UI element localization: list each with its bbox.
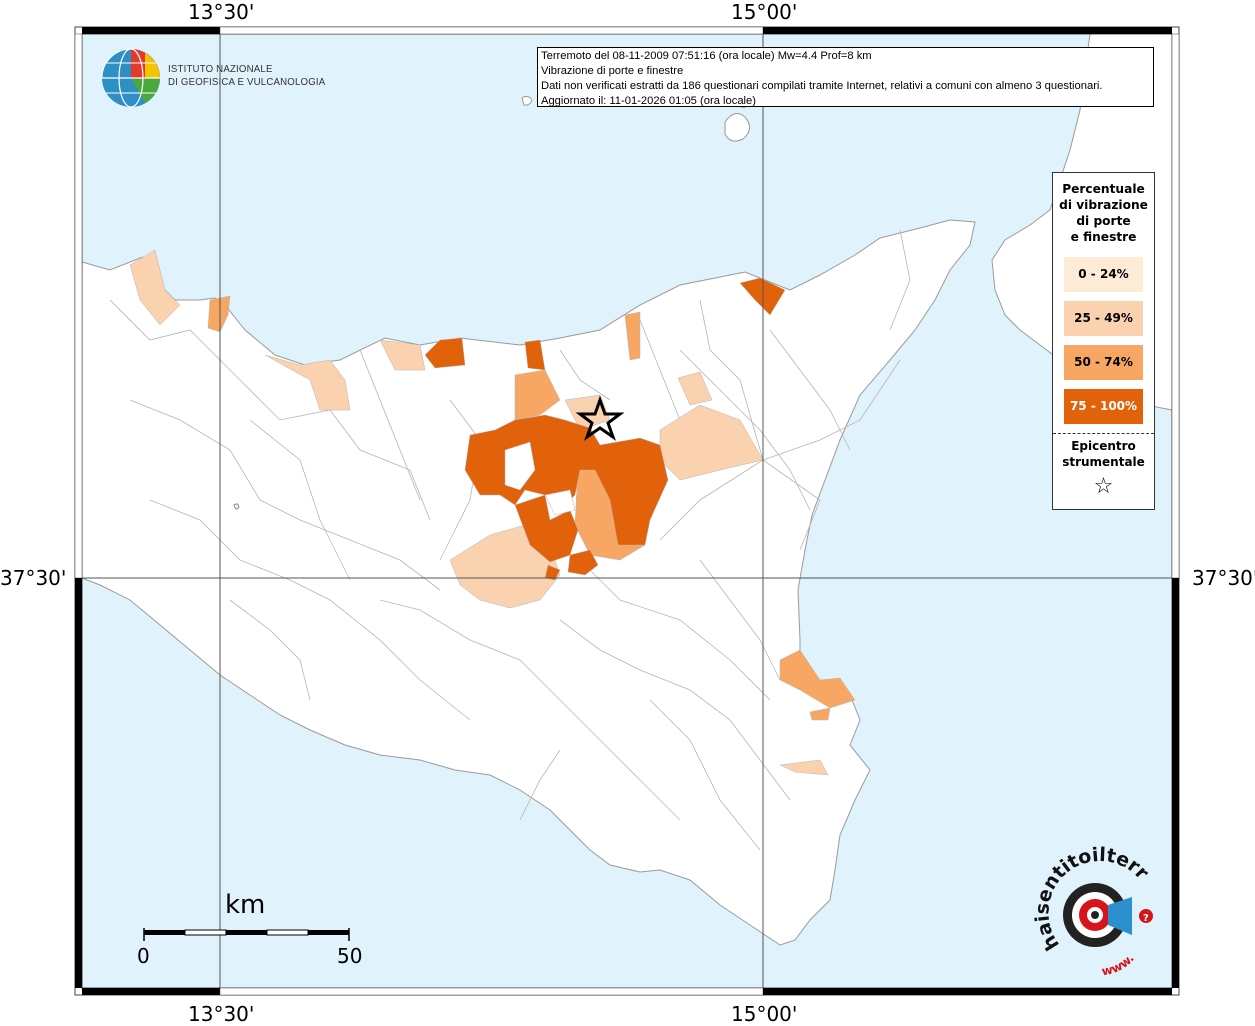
legend-separator bbox=[1053, 433, 1154, 434]
legend-title-line4: e finestre bbox=[1070, 230, 1137, 244]
event-title: Terremoto del 08-11-2009 07:51:16 (ora l… bbox=[541, 50, 872, 62]
legend-swatch-25-49: 25 - 49% bbox=[1064, 301, 1143, 336]
scale-end: 50 bbox=[337, 944, 363, 968]
map: ? bbox=[74, 26, 1180, 996]
legend-title-line1: Percentuale bbox=[1062, 182, 1145, 196]
coord-top-left: 13°30' bbox=[188, 0, 255, 24]
legend-title-line3: di porte bbox=[1076, 214, 1131, 228]
event-parameter: Vibrazione di porte e finestre bbox=[541, 65, 684, 77]
coord-bottom-left: 13°30' bbox=[188, 1002, 255, 1026]
ingv-line2: DI GEOFISICA E VULCANOLOGIA bbox=[168, 76, 326, 88]
legend-swatch-50-74: 50 - 74% bbox=[1064, 345, 1143, 380]
ingv-logo-icon bbox=[101, 48, 160, 108]
legend-swatch-75-100: 75 - 100% bbox=[1064, 389, 1143, 424]
legend-title-line2: di vibrazione bbox=[1059, 198, 1148, 212]
svg-text:?: ? bbox=[1143, 913, 1149, 924]
scale-start: 0 bbox=[137, 944, 150, 968]
coord-right: 37°30' bbox=[1192, 566, 1255, 590]
island-aeolian bbox=[724, 112, 750, 142]
coord-left: 37°30' bbox=[0, 566, 67, 590]
event-updated: Aggiornato il: 11-01-2026 01:05 (ora loc… bbox=[541, 95, 756, 107]
legend-epicenter-label: Epicentro strumentale bbox=[1053, 438, 1154, 470]
legend-title: Percentuale di vibrazione di porte e fin… bbox=[1053, 181, 1154, 245]
event-info-box: Terremoto del 08-11-2009 07:51:16 (ora l… bbox=[537, 47, 1154, 107]
legend-epicenter-line1: Epicentro bbox=[1071, 439, 1136, 453]
ingv-line1: ISTITUTO NAZIONALE bbox=[168, 63, 273, 75]
coord-top-right: 15°00' bbox=[731, 0, 798, 24]
legend: Percentuale di vibrazione di porte e fin… bbox=[1052, 172, 1155, 510]
scale-unit: km bbox=[225, 890, 266, 920]
ingv-name: ISTITUTO NAZIONALE DI GEOFISICA E VULCAN… bbox=[168, 63, 325, 89]
coord-bottom-right: 15°00' bbox=[731, 1002, 798, 1026]
legend-swatch-0-24: 0 - 24% bbox=[1064, 257, 1143, 292]
legend-star-icon: ☆ bbox=[1093, 474, 1114, 499]
event-data-note: Dati non verificati estratti da 186 ques… bbox=[541, 80, 1103, 92]
legend-epicenter-line2: strumentale bbox=[1062, 455, 1145, 469]
